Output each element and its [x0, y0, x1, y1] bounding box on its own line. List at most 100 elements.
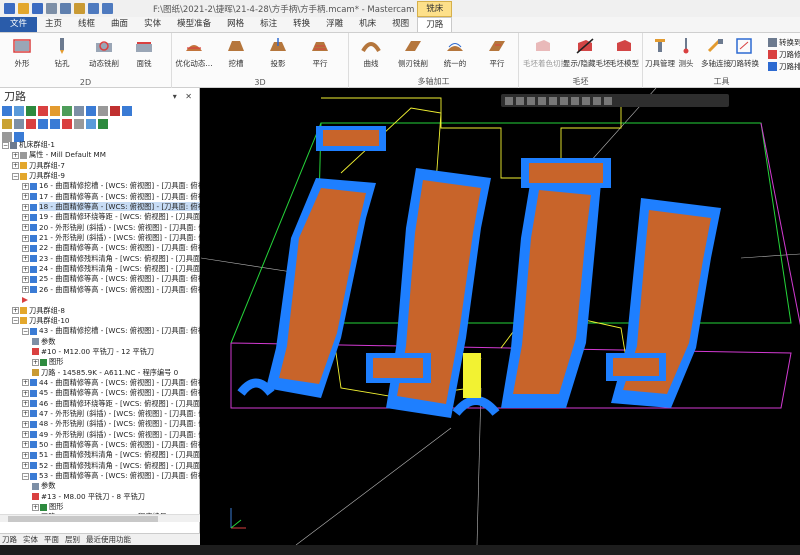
- pocket-button[interactable]: 挖槽: [216, 37, 256, 69]
- tree-item[interactable]: − 机床群组-1: [0, 140, 200, 150]
- convert-to-5axis-button[interactable]: 转换到五轴: [768, 37, 800, 48]
- tree-item[interactable]: +46 - 曲面精修环绕等距 - [WCS: 俯视图] - [刀具面: 俯视: [0, 399, 200, 409]
- expand-icon[interactable]: +: [22, 182, 29, 190]
- scroll-to-arrow-icon[interactable]: [74, 118, 84, 129]
- stock-model-button[interactable]: 毛坯模型: [605, 37, 643, 69]
- curve-button[interactable]: 曲线: [351, 37, 391, 69]
- parallel-3d-button[interactable]: 平行: [300, 37, 340, 69]
- tab-surfaces[interactable]: 曲面: [103, 17, 136, 32]
- save-icon[interactable]: [32, 3, 43, 14]
- unified-button[interactable]: 统一的: [435, 37, 475, 69]
- tab-wireframe[interactable]: 线框: [70, 17, 103, 32]
- level-icon[interactable]: [582, 96, 590, 105]
- toggle-display-icon[interactable]: [14, 118, 24, 129]
- dynamic-mill-button[interactable]: 动态铣削: [84, 37, 124, 69]
- tree-item[interactable]: +48 - 外形铣削 (斜插) - [WCS: 俯视图] - [刀具面: 俯视: [0, 419, 200, 429]
- save-as-icon[interactable]: [46, 3, 57, 14]
- tree-horizontal-scrollbar[interactable]: [0, 514, 200, 522]
- collapse-icon[interactable]: −: [12, 172, 19, 180]
- rotate-icon[interactable]: [538, 96, 546, 105]
- tree-item[interactable]: 参数: [0, 337, 200, 347]
- tab-toolpaths[interactable]: 刀路: [417, 17, 453, 32]
- tree-item[interactable]: +18 - 曲面精修等高 - [WCS: 俯视图] - [刀具面: 俯视图]: [0, 202, 200, 212]
- tree-item[interactable]: +19 - 曲面精修环绕等距 - [WCS: 俯视图] - [刀具面: 俯视: [0, 212, 200, 222]
- tree-item[interactable]: +51 - 曲面精修残料清角 - [WCS: 俯视图] - [刀具面: 俯视: [0, 450, 200, 460]
- collapse-icon[interactable]: −: [22, 327, 29, 335]
- tree-item[interactable]: +49 - 外形铣削 (斜插) - [WCS: 俯视图] - [刀具面: 俯视: [0, 430, 200, 440]
- tree-item[interactable]: − 43 - 曲面精修挖槽 - [WCS: 俯视图] - [刀具面: 俯视图]: [0, 326, 200, 336]
- drill-button[interactable]: 钻孔: [42, 37, 82, 69]
- expand-icon[interactable]: +: [22, 431, 29, 439]
- expand-icon[interactable]: +: [22, 224, 29, 232]
- expand-icon[interactable]: +: [12, 307, 19, 314]
- expand-icon[interactable]: +: [22, 410, 29, 418]
- tree-item[interactable]: +24 - 曲面精修残料清角 - [WCS: 俯视图] - [刀具面: 俯视: [0, 264, 200, 274]
- bottom-tab-toolpaths[interactable]: 刀路: [2, 534, 17, 545]
- tab-relief[interactable]: 浮雕: [318, 17, 351, 32]
- tree-item[interactable]: +25 - 曲面精修等高 - [WCS: 俯视图] - [刀具面: 俯视图]: [0, 274, 200, 284]
- expand-icon[interactable]: +: [22, 441, 29, 449]
- move-down-icon[interactable]: [38, 118, 48, 129]
- expand-icon[interactable]: +: [22, 420, 29, 428]
- tree-item[interactable]: +52 - 曲面精修残料清角 - [WCS: 俯视图] - [刀具面: 俯视: [0, 461, 200, 471]
- tree-item[interactable]: + 图形: [0, 357, 200, 367]
- expand-icon[interactable]: +: [32, 503, 39, 511]
- tab-view[interactable]: 视图: [384, 17, 417, 32]
- tree-item[interactable]: + 属性 - Mill Default MM: [0, 150, 200, 160]
- fit-icon[interactable]: [516, 96, 524, 105]
- verify-icon[interactable]: [62, 105, 72, 116]
- expand-icon[interactable]: +: [22, 389, 29, 397]
- collapse-icon[interactable]: −: [2, 141, 9, 149]
- tab-transform[interactable]: 转换: [285, 17, 318, 32]
- help-icon[interactable]: [122, 105, 132, 116]
- move-up-icon[interactable]: [50, 118, 60, 129]
- stock-display-button[interactable]: 显示/隐藏毛坯: [563, 37, 611, 69]
- tree-item[interactable]: [0, 295, 200, 305]
- print-icon[interactable]: [60, 3, 71, 14]
- expand-icon[interactable]: +: [22, 255, 29, 263]
- panel-controls[interactable]: ▾ ✕: [173, 92, 195, 101]
- select-dirty-icon[interactable]: [14, 105, 24, 116]
- expand-icon[interactable]: +: [22, 275, 29, 283]
- open-file-icon[interactable]: [18, 3, 29, 14]
- graphics-viewport[interactable]: [201, 88, 800, 545]
- tree-item[interactable]: #10 - M12.00 平铣刀 - 12 平铣刀: [0, 347, 200, 357]
- simulate-icon[interactable]: [74, 105, 84, 116]
- tab-model-prep[interactable]: 模型准备: [169, 17, 219, 32]
- tree-item[interactable]: +47 - 外形铣削 (斜插) - [WCS: 俯视图] - [刀具面: 俯视: [0, 409, 200, 419]
- tree-item[interactable]: #13 - M8.00 平铣刀 - 8 平铣刀: [0, 492, 200, 502]
- contour-button[interactable]: 外形: [2, 37, 42, 69]
- model-scene[interactable]: [201, 88, 800, 545]
- expand-icon[interactable]: +: [12, 162, 19, 170]
- insert-arrow-icon[interactable]: [62, 118, 72, 129]
- tree-item[interactable]: + 刀具群组-7: [0, 161, 200, 171]
- tree-item[interactable]: + 刀具群组-8: [0, 306, 200, 316]
- optirough-button[interactable]: 优化动态...: [174, 37, 214, 69]
- redo-icon[interactable]: [102, 3, 113, 14]
- tab-solids[interactable]: 实体: [136, 17, 169, 32]
- backplot-icon[interactable]: [50, 105, 60, 116]
- post-icon[interactable]: [86, 105, 96, 116]
- tree-item[interactable]: 刀路 - 14585.9K - A611.NC - 程序编号 0: [0, 368, 200, 378]
- parallel-multiaxis-button[interactable]: 平行: [477, 37, 517, 69]
- trim-toolpath-button[interactable]: 刀路修剪: [768, 49, 800, 60]
- project-button[interactable]: 投影: [258, 37, 298, 69]
- expand-icon[interactable]: +: [22, 244, 29, 252]
- nesting-button[interactable]: 刀路排版: [768, 61, 800, 72]
- clear-colors-icon[interactable]: [604, 96, 612, 105]
- expand-icon[interactable]: +: [22, 234, 29, 242]
- show-geometry-icon[interactable]: [98, 118, 108, 129]
- expand-icon[interactable]: +: [22, 213, 29, 221]
- tool-manager-button[interactable]: 刀具管理: [643, 37, 677, 69]
- tab-home[interactable]: 主页: [37, 17, 70, 32]
- tree-item[interactable]: − 刀具群组-9: [0, 171, 200, 181]
- tree-item[interactable]: +45 - 曲面精修等高 - [WCS: 俯视图] - [刀具面: 俯视图]: [0, 388, 200, 398]
- face-mill-button[interactable]: 面铣: [124, 37, 164, 69]
- lock-icon[interactable]: [2, 118, 12, 129]
- tab-file[interactable]: 文件: [0, 17, 38, 32]
- expand-icon[interactable]: +: [22, 379, 29, 387]
- regenerate-dirty-icon[interactable]: [38, 105, 48, 116]
- new-file-icon[interactable]: [4, 3, 15, 14]
- color-icon[interactable]: [571, 96, 579, 105]
- expand-icon[interactable]: +: [12, 151, 19, 159]
